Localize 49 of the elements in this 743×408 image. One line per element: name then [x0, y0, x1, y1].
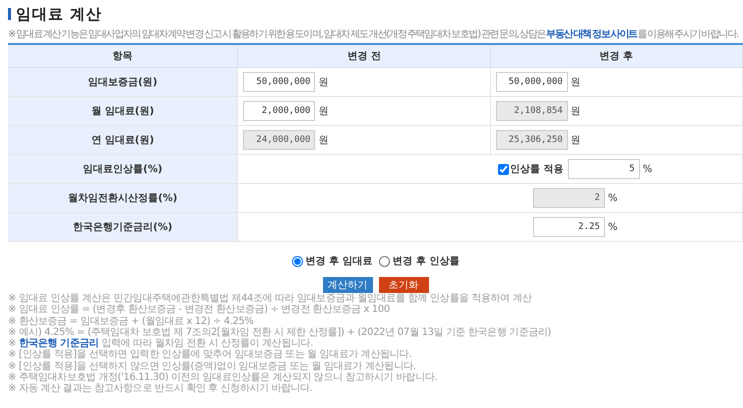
row-label: 임대보증금(원) [8, 68, 238, 96]
unit-label: % [608, 222, 618, 232]
number-field[interactable]: 50,000,000 [496, 72, 568, 92]
unit-label: 원 [570, 134, 581, 147]
number-field[interactable]: 2.25 [532, 217, 605, 237]
note-text: ※ 한국은행 기준금리 입력에 따라 월차임 전환 시 산정률이 계산됩니다. [8, 338, 314, 350]
note-text: ※ 임대료 인상률 = (변경후 환산보증금 - 변경전 환산보증금) ÷ 변경전 환산보증금 x 100 [8, 304, 391, 316]
note-text: ※ 주택임대차보호법 개정('16.11.30) 이전의 임대료인상률은 계산되지 않으니 참고하시기 바랍니다. [8, 372, 438, 384]
note-text: ※ 임대료 인상률 계산은 민간임대주택에관한특별법 제44조에 따라 임대보증금과 월임대료를 함께 인상률을 적용하여 계산 [8, 293, 533, 304]
note-text: ※ [인상률 적용]을 선택하면 입력한 인상률에 맞추어 임대보증금 또는 월 임대료가 계산됩니다. [8, 349, 413, 361]
note-text: ※ [인상률 적용]을 선택하지 않으면 인상률(증액)없이 임대보증금 또는 월 임대료가 계산됩니다. [8, 360, 417, 372]
note-text: ※ 예시) 4.25% = (주택임대차 보호법 제 7조의2[월차임 전환 시 제한 산정률]) + (2022년 07월 13일 기준 한국은행 기준금리) [8, 326, 552, 338]
number-field[interactable]: 24,000,000 [243, 130, 316, 150]
number-field[interactable]: 5 [568, 159, 640, 179]
unit-label: 원 [318, 76, 328, 89]
unit-label: % [608, 192, 618, 204]
column-header: 변경 후 [490, 44, 742, 68]
radio-label[interactable]: 변경 후 인상률 [392, 254, 460, 268]
row-label: 임대료인상률(%) [8, 154, 238, 184]
radio-label[interactable]: 변경 후 임대료 [306, 254, 372, 268]
number-field[interactable]: 2,000,000 [243, 101, 316, 121]
number-field[interactable]: 25,306,250 [496, 130, 568, 150]
intro-text: ※ 임대료 계산 기능은 임대사업자의 임대차계약 변경 신고 시 활용하기 위한 용도이며, 임대차 제도 개선(개정 주택임대차 보호법) 관련 문의, 상담은부동산 대책 정보 사이트를 이용해 주시기 바랍니다. [8, 28, 740, 41]
unit-label: 원 [318, 134, 328, 147]
radio-button[interactable] [292, 256, 303, 266]
unit-label: 원 [570, 76, 581, 89]
row-label: 월 임대료(원) [8, 96, 238, 126]
radio-button[interactable] [378, 256, 390, 266]
column-header: 항목 [8, 44, 238, 68]
number-field[interactable]: 50,000,000 [243, 72, 316, 92]
apply-rate-checkbox[interactable] [498, 164, 510, 174]
number-field[interactable]: 2,108,854 [496, 101, 568, 121]
number-field[interactable]: 2 [532, 188, 605, 208]
base-rate-link[interactable]: 한국은행 기준금리 [18, 338, 99, 350]
column-header: 변경 전 [238, 44, 490, 68]
calculate-button[interactable]: 계산하기 [322, 277, 372, 293]
unit-label: 원 [570, 105, 581, 118]
row-label: 연 임대료(원) [8, 126, 238, 154]
page-title: 임대료 계산 [16, 4, 102, 24]
row-label: 한국은행기준금리(%) [8, 212, 238, 242]
checkbox-label[interactable]: 인상률 적용 [510, 162, 564, 176]
reset-button[interactable]: 초기화 [378, 277, 428, 293]
info-site-link[interactable]: 부동산 대책 정보 사이트 [546, 29, 637, 40]
unit-label: % [642, 164, 652, 174]
title-accent-bar [8, 8, 11, 20]
note-text: ※ 환산보증금 = 임대보증금 + (월임대료 x 12) ÷ 4.25% [8, 316, 255, 327]
row-label: 월차임전환시산정률(%) [8, 184, 238, 212]
unit-label: 원 [318, 105, 328, 118]
note-text: ※ 자동 계산 결과는 참고사항으로 반드시 확인 후 신청하시기 바랍니다. [8, 383, 314, 395]
